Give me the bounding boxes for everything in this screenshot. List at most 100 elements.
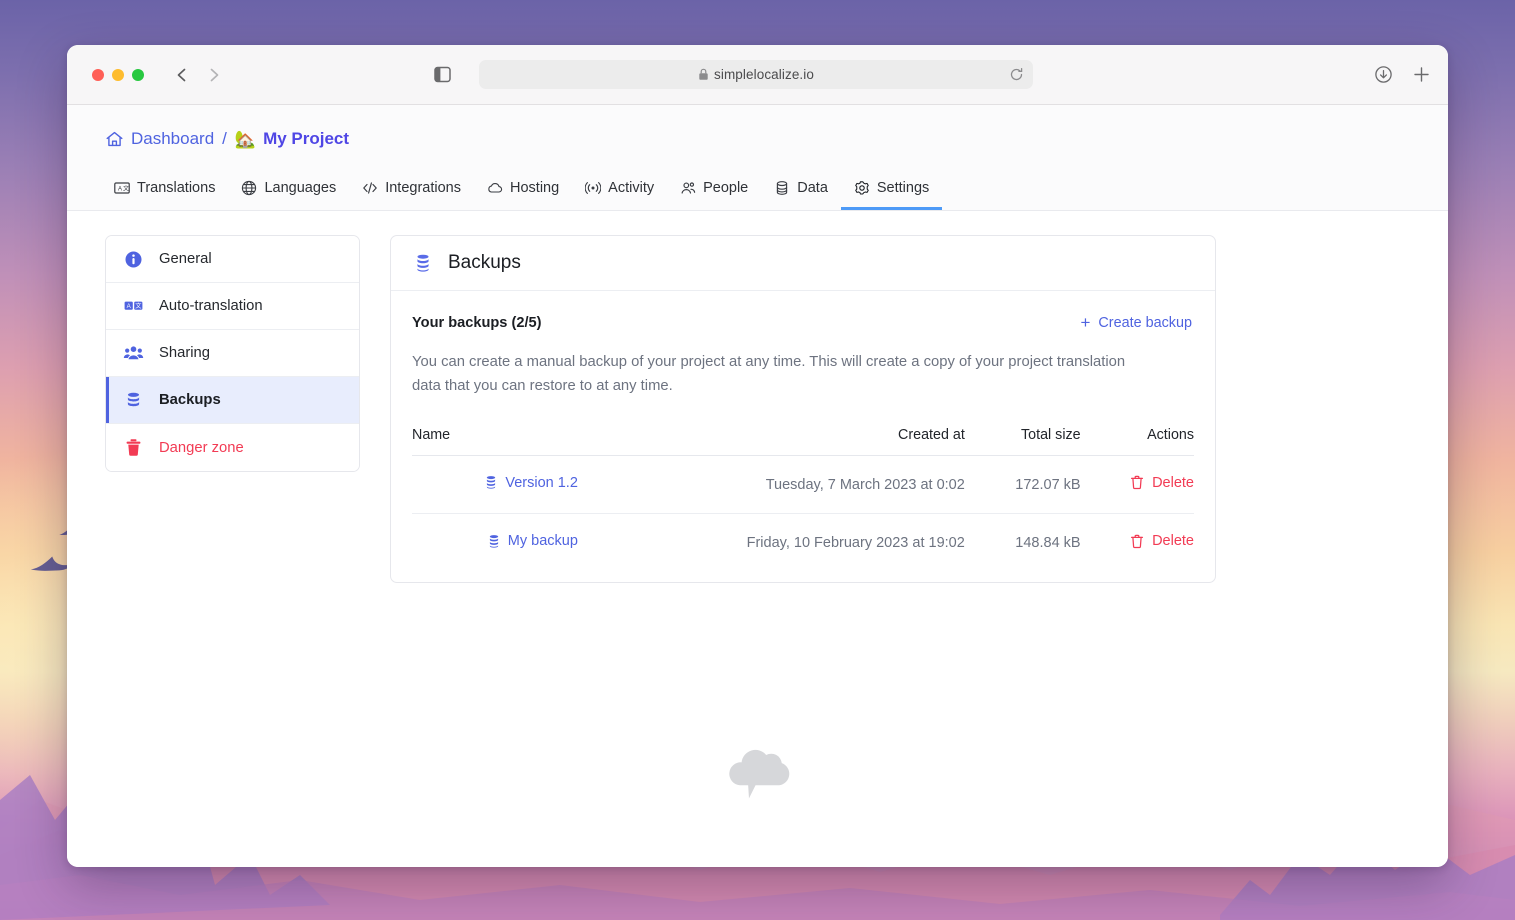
app-header: Dashboard / 🏡 My Project A 文 Translation… bbox=[67, 105, 1448, 211]
lock-icon bbox=[699, 68, 708, 80]
database-icon bbox=[489, 535, 498, 548]
gear-icon bbox=[855, 181, 869, 195]
navigation-buttons bbox=[173, 66, 223, 84]
sidebar-toggle-icon[interactable] bbox=[434, 66, 451, 83]
backup-name-link[interactable]: My backup bbox=[487, 533, 578, 549]
create-backup-button[interactable]: + Create backup bbox=[1078, 311, 1194, 334]
breadcrumb-project-name[interactable]: My Project bbox=[263, 129, 349, 149]
tab-data[interactable]: Data bbox=[761, 171, 841, 210]
desktop-wallpaper: simplelocalize.io Dashboard / 🏡 My Proje… bbox=[0, 0, 1515, 920]
delete-backup-button[interactable]: Delete bbox=[1130, 475, 1194, 491]
browser-window: simplelocalize.io Dashboard / 🏡 My Proje… bbox=[67, 45, 1448, 867]
settings-sidebar: General A 文 Auto-translation Sharing Bac… bbox=[105, 235, 360, 472]
sidebar-item-label: Danger zone bbox=[159, 439, 244, 456]
database-icon bbox=[417, 254, 429, 272]
page-watermark bbox=[67, 741, 1448, 805]
info-icon bbox=[125, 251, 142, 267]
backups-description: You can create a manual backup of your p… bbox=[412, 354, 1126, 394]
tab-hosting[interactable]: Hosting bbox=[474, 171, 572, 210]
svg-text:文: 文 bbox=[135, 302, 141, 310]
window-controls bbox=[92, 68, 144, 81]
database-icon bbox=[127, 392, 140, 406]
tab-translations[interactable]: A 文 Translations bbox=[101, 171, 228, 210]
backups-subheader-row: Your backups (2/5) + Create backup bbox=[412, 311, 1194, 334]
cell-actions: Delete bbox=[1081, 514, 1194, 572]
table-header-row: Name Created at Total size Actions bbox=[412, 420, 1194, 456]
tab-label: Settings bbox=[876, 180, 930, 196]
column-header-name: Name bbox=[412, 420, 578, 456]
back-icon[interactable] bbox=[173, 66, 191, 84]
globe-icon bbox=[242, 180, 257, 196]
url-text-group: simplelocalize.io bbox=[698, 67, 814, 82]
url-host: simplelocalize.io bbox=[714, 67, 814, 82]
breadcrumb-dashboard-link[interactable]: Dashboard bbox=[131, 129, 214, 149]
trash-icon bbox=[1131, 534, 1144, 549]
people-group-icon bbox=[123, 345, 144, 359]
tab-label: Data bbox=[797, 180, 828, 196]
reload-icon[interactable] bbox=[1009, 67, 1024, 82]
cell-name: My backup bbox=[412, 514, 578, 572]
delete-label: Delete bbox=[1152, 474, 1194, 491]
forward-icon[interactable] bbox=[205, 66, 223, 84]
maximize-window-button[interactable] bbox=[132, 68, 144, 81]
backup-name-link[interactable]: Version 1.2 bbox=[484, 475, 578, 491]
tab-label: Translations bbox=[137, 180, 216, 196]
database-icon bbox=[777, 181, 788, 195]
main-nav-tabs: A 文 Translations Languages Integrations … bbox=[67, 171, 1448, 210]
settings-body: General A 文 Auto-translation Sharing Bac… bbox=[67, 211, 1448, 583]
svg-text:文: 文 bbox=[123, 185, 129, 193]
column-header-actions: Actions bbox=[1080, 420, 1194, 456]
toolbar-right-actions bbox=[1374, 65, 1430, 84]
address-bar[interactable]: simplelocalize.io bbox=[479, 60, 1033, 89]
sidebar-item-label: General bbox=[159, 251, 212, 267]
tab-activity[interactable]: Activity bbox=[572, 171, 667, 210]
downloads-icon[interactable] bbox=[1374, 65, 1393, 84]
tab-integrations[interactable]: Integrations bbox=[349, 171, 474, 210]
backup-name-text: Version 1.2 bbox=[505, 474, 578, 491]
breadcrumb-separator: / bbox=[222, 129, 227, 148]
auto-translate-icon: A 文 bbox=[124, 301, 143, 310]
cell-created-at: Friday, 10 February 2023 at 19:02 bbox=[746, 535, 965, 552]
close-window-button[interactable] bbox=[92, 68, 104, 81]
page-title: Backups bbox=[448, 252, 521, 273]
trash-icon bbox=[1131, 476, 1144, 490]
sidebar-item-auto-translation[interactable]: A 文 Auto-translation bbox=[106, 283, 359, 330]
tab-settings[interactable]: Settings bbox=[840, 171, 943, 210]
new-tab-icon[interactable] bbox=[1413, 66, 1430, 83]
sidebar-item-sharing[interactable]: Sharing bbox=[106, 330, 359, 377]
project-emoji-icon: 🏡 bbox=[234, 129, 257, 149]
backups-count-label: Your backups (2/5) bbox=[412, 314, 542, 331]
minimize-window-button[interactable] bbox=[112, 68, 124, 81]
column-header-total-size: Total size bbox=[964, 420, 1081, 456]
delete-label: Delete bbox=[1152, 533, 1194, 550]
sidebar-item-danger-zone[interactable]: Danger zone bbox=[106, 424, 359, 471]
tab-languages[interactable]: Languages bbox=[228, 171, 349, 210]
cell-created-at: Tuesday, 7 March 2023 at 0:02 bbox=[577, 455, 965, 515]
sidebar-item-general[interactable]: General bbox=[106, 236, 359, 283]
sidebar-item-backups[interactable]: Backups bbox=[106, 377, 359, 424]
home-icon[interactable] bbox=[105, 130, 124, 149]
database-icon bbox=[487, 476, 496, 490]
cloud-icon bbox=[488, 183, 503, 193]
cell-actions: Delete bbox=[1080, 455, 1194, 515]
table-row: My backup Friday, 10 February 2023 at 19… bbox=[412, 514, 1194, 572]
people-icon bbox=[681, 182, 696, 194]
sidebar-item-label: Auto-translation bbox=[159, 298, 263, 314]
trash-icon bbox=[126, 439, 141, 456]
column-header-created-at: Created at bbox=[577, 420, 965, 456]
translate-icon: A 文 bbox=[114, 182, 130, 194]
cell-total-size: 148.84 kB bbox=[1015, 535, 1081, 552]
breadcrumb: Dashboard / 🏡 My Project bbox=[67, 125, 1448, 153]
tab-label: Activity bbox=[608, 180, 655, 196]
broadcast-icon bbox=[585, 182, 602, 194]
tab-people[interactable]: People bbox=[667, 171, 761, 210]
table-header: Name Created at Total size Actions bbox=[412, 420, 1194, 456]
backup-name-text: My backup bbox=[507, 533, 578, 550]
plus-icon: + bbox=[1080, 313, 1091, 332]
cell-name: Version 1.2 bbox=[412, 455, 578, 515]
backups-table: Name Created at Total size Actions Versi… bbox=[412, 420, 1194, 572]
sidebar-item-label: Backups bbox=[159, 392, 221, 408]
table-row: Version 1.2 Tuesday, 7 March 2023 at 0:0… bbox=[412, 455, 1194, 515]
card-body: Your backups (2/5) + Create backup You c… bbox=[391, 291, 1215, 582]
delete-backup-button[interactable]: Delete bbox=[1130, 533, 1194, 549]
